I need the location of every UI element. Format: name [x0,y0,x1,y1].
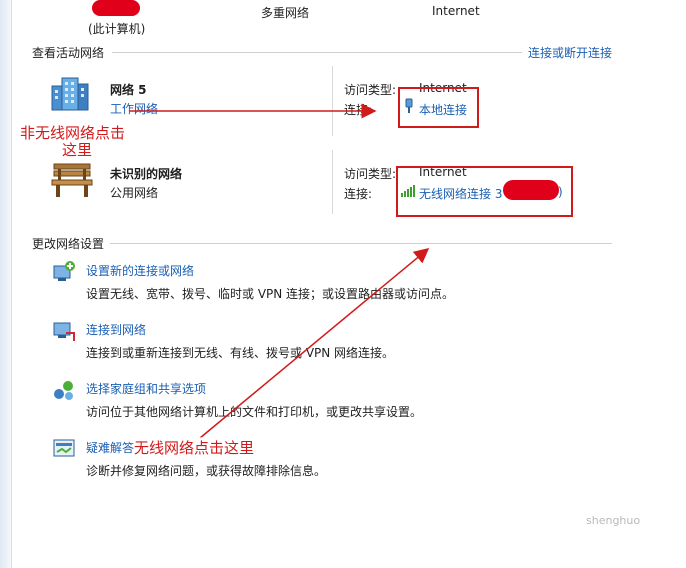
annotation-arrows [130,103,430,439]
watermark: shenghuo [586,514,641,527]
arrow-to-wireless-connection [199,248,430,439]
wired-annotation-line2: 这里 [62,141,93,159]
wireless-annotation: 无线网络点击这里 [134,437,255,458]
